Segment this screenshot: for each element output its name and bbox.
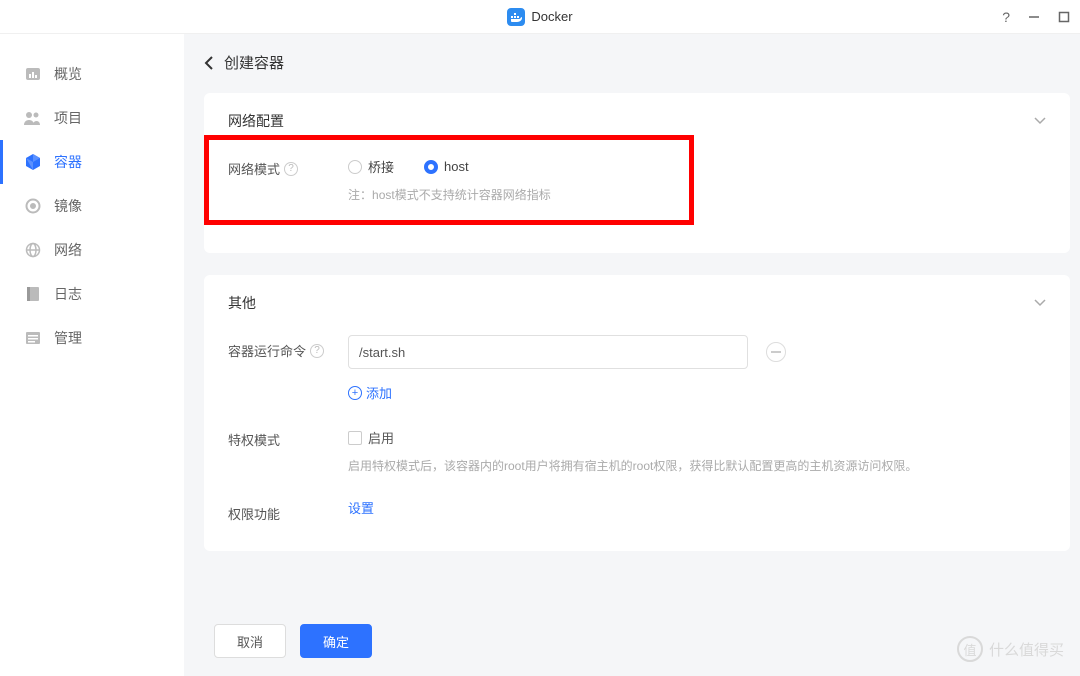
sidebar-item-network[interactable]: 网络 (0, 228, 184, 272)
window-controls: ? (1002, 9, 1070, 25)
capabilities-label: 权限功能 (228, 498, 348, 523)
help-icon[interactable]: ? (284, 162, 298, 176)
users-icon (24, 109, 42, 127)
sidebar-item-label: 概览 (54, 64, 82, 84)
globe-icon (24, 241, 42, 259)
sidebar-item-label: 管理 (54, 328, 82, 348)
network-config-card: 网络配置 网络模式 ? 桥接 (204, 93, 1070, 253)
app-title: Docker (507, 8, 572, 26)
sidebar-item-container[interactable]: 容器 (0, 140, 184, 184)
radio-bridge[interactable]: 桥接 (348, 157, 394, 176)
sidebar-item-label: 项目 (54, 108, 82, 128)
network-mode-hint: 注：host模式不支持统计容器网络指标 (348, 186, 1046, 203)
plus-icon: + (348, 386, 362, 400)
run-command-label: 容器运行命令 ? (228, 335, 348, 360)
chevron-down-icon[interactable] (1034, 117, 1046, 125)
checkbox-box (348, 431, 362, 445)
breadcrumb: 创建容器 (194, 52, 1080, 73)
sidebar-item-label: 网络 (54, 240, 82, 260)
card-title: 网络配置 (228, 111, 284, 131)
help-button[interactable]: ? (1002, 9, 1010, 25)
footer-actions: 取消 确定 (194, 610, 1080, 676)
radio-dot (348, 160, 362, 174)
cancel-button[interactable]: 取消 (214, 624, 286, 658)
cube-icon (24, 153, 42, 171)
other-settings-card: 其他 容器运行命令 ? (204, 275, 1070, 551)
main-content: 创建容器 网络配置 网络模式 ? (184, 34, 1080, 676)
confirm-button[interactable]: 确定 (300, 624, 372, 658)
book-icon (24, 285, 42, 303)
titlebar: Docker ? (0, 0, 1080, 34)
privileged-checkbox[interactable]: 启用 (348, 424, 1046, 447)
sidebar-item-log[interactable]: 日志 (0, 272, 184, 316)
chevron-down-icon[interactable] (1034, 299, 1046, 307)
sidebar-item-label: 日志 (54, 284, 82, 304)
network-mode-label: 网络模式 ? (228, 153, 348, 178)
card-title: 其他 (228, 293, 256, 313)
capabilities-set-link[interactable]: 设置 (348, 495, 374, 516)
app-name: Docker (531, 9, 572, 24)
help-icon[interactable]: ? (310, 344, 324, 358)
maximize-button[interactable] (1058, 11, 1070, 23)
sidebar-item-manage[interactable]: 管理 (0, 316, 184, 360)
privileged-description: 启用特权模式后，该容器内的root用户将拥有宿主机的root权限，获得比默认配置… (348, 457, 1046, 476)
sidebar-item-overview[interactable]: 概览 (0, 52, 184, 96)
list-icon (24, 329, 42, 347)
sidebar: 概览 项目 容器 镜像 网络 日志 管理 (0, 34, 184, 676)
run-command-input[interactable] (348, 335, 748, 369)
page-title: 创建容器 (224, 52, 284, 73)
back-button[interactable] (204, 56, 214, 70)
docker-icon (507, 8, 525, 26)
sidebar-item-label: 镜像 (54, 196, 82, 216)
remove-command-button[interactable] (766, 342, 786, 362)
add-command-button[interactable]: + 添加 (348, 383, 1046, 402)
radio-host[interactable]: host (424, 159, 469, 174)
sidebar-item-image[interactable]: 镜像 (0, 184, 184, 228)
privileged-label: 特权模式 (228, 424, 348, 449)
radio-dot (424, 160, 438, 174)
sidebar-item-label: 容器 (54, 152, 82, 172)
disc-icon (24, 197, 42, 215)
minimize-button[interactable] (1028, 11, 1040, 23)
chart-bar-icon (24, 65, 42, 83)
sidebar-item-project[interactable]: 项目 (0, 96, 184, 140)
